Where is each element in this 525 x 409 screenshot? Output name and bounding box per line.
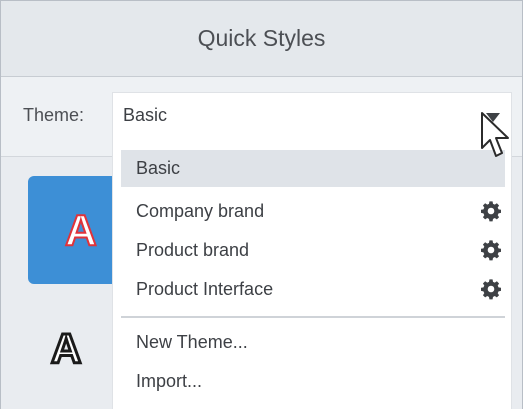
panel-header: Quick Styles [1, 0, 522, 77]
theme-label: Theme: [23, 105, 85, 125]
style-preview-letter-outline[interactable]: A [49, 324, 82, 374]
menu-item-label: Import... [136, 371, 203, 391]
quick-styles-panel: Quick Styles Theme: Basic A A Basic Comp… [0, 0, 523, 409]
theme-dropdown-value: Basic [123, 105, 168, 125]
menu-item-label: Product brand [136, 240, 250, 260]
menu-item-label: New Theme... [136, 332, 248, 352]
menu-item-company-brand[interactable]: Company brand [121, 193, 505, 230]
menu-item-import[interactable]: Import... [121, 363, 505, 400]
gear-icon[interactable] [480, 239, 502, 261]
menu-item-label: Basic [136, 158, 181, 178]
theme-dropdown[interactable]: Basic [112, 92, 512, 138]
menu-item-basic[interactable]: Basic [121, 150, 505, 187]
style-preview-letter: A [64, 205, 98, 256]
menu-divider [121, 316, 505, 318]
mouse-cursor-icon [481, 112, 509, 157]
panel-title: Quick Styles [197, 25, 326, 51]
menu-item-product-brand[interactable]: Product brand [121, 232, 505, 269]
menu-item-label: Company brand [136, 201, 265, 221]
menu-item-product-interface[interactable]: Product Interface [121, 271, 505, 308]
menu-item-new-theme[interactable]: New Theme... [121, 324, 505, 361]
gear-icon[interactable] [480, 278, 502, 300]
gear-icon[interactable] [480, 200, 502, 222]
theme-dropdown-menu: Basic Company brand Product brand Produc… [112, 138, 512, 409]
menu-item-label: Product Interface [136, 279, 274, 299]
